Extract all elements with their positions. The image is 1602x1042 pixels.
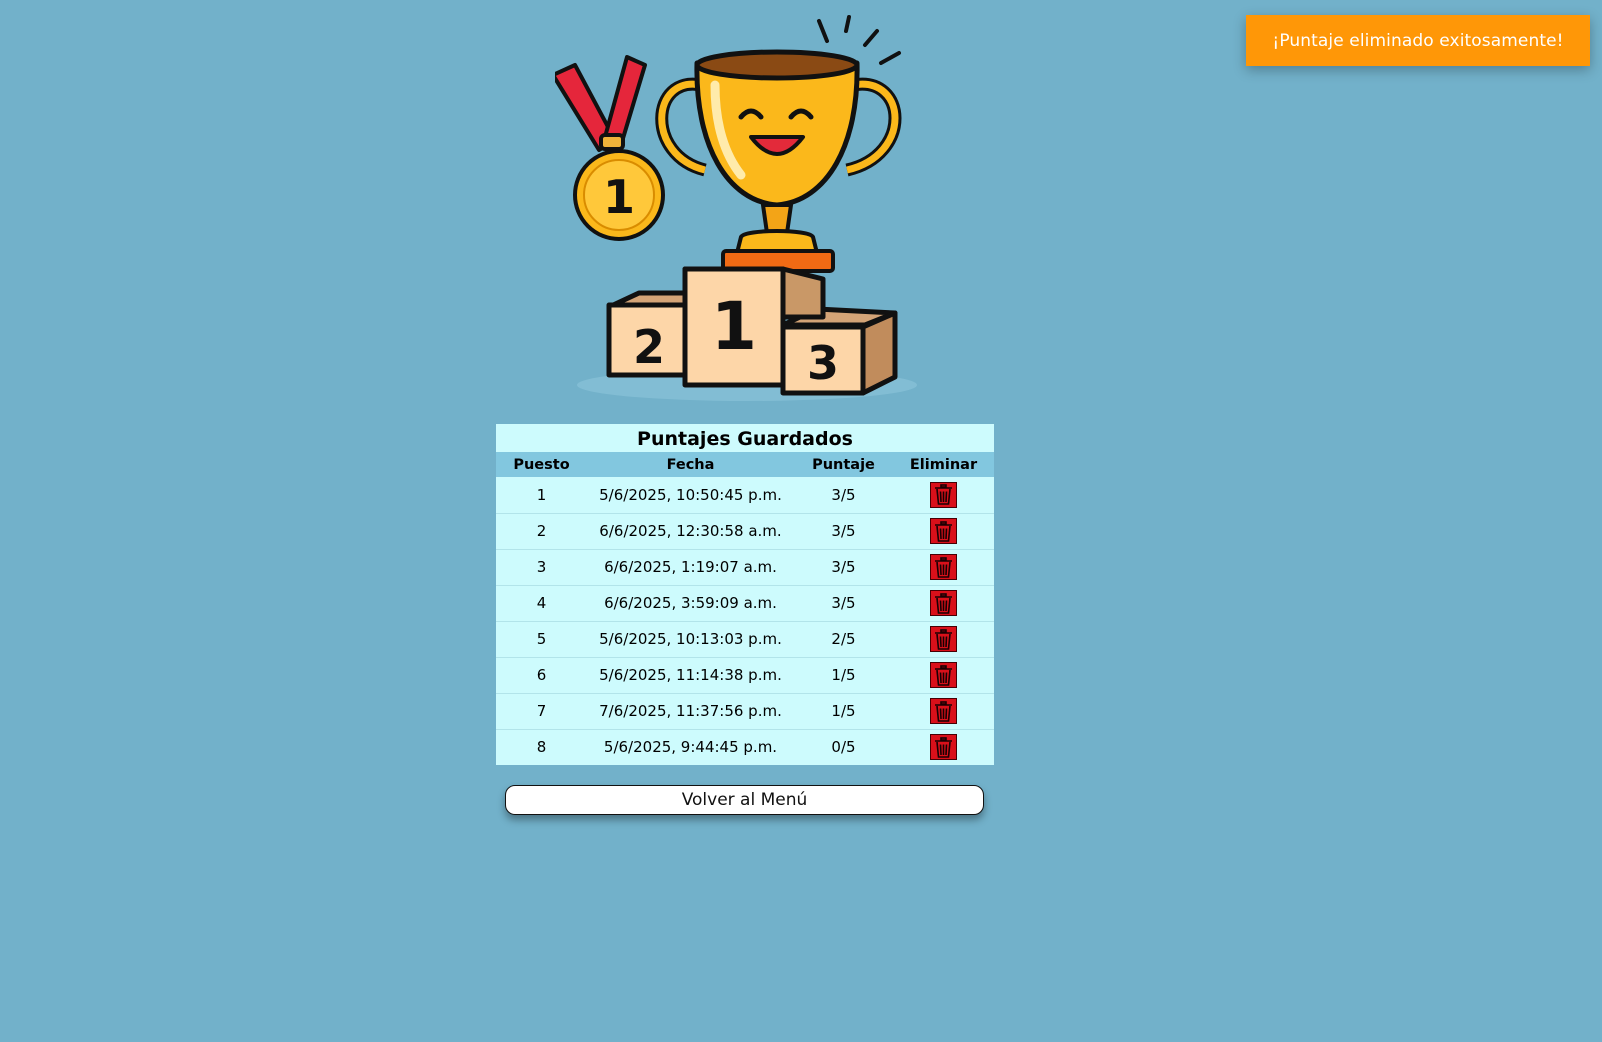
podium-label-2: 2 bbox=[633, 320, 665, 374]
trash-icon bbox=[935, 628, 952, 650]
row-date: 6/6/2025, 12:30:58 a.m. bbox=[599, 522, 782, 540]
row-score: 3/5 bbox=[831, 558, 856, 576]
delete-score-button[interactable] bbox=[930, 590, 957, 616]
trash-icon bbox=[935, 664, 952, 686]
delete-score-button[interactable] bbox=[930, 698, 957, 724]
trophy-podium-illustration: 1 2 1 3 bbox=[555, 15, 917, 401]
row-rank: 5 bbox=[536, 630, 547, 648]
medal-icon: 1 bbox=[555, 55, 665, 241]
row-rank: 1 bbox=[536, 485, 547, 504]
podium-label-3: 3 bbox=[807, 336, 839, 390]
row-delete-cell bbox=[893, 549, 994, 585]
table-row: 2 6/6/2025, 12:30:58 a.m. 3/5 bbox=[496, 513, 994, 549]
back-to-menu-button[interactable]: Volver al Menú bbox=[505, 785, 984, 815]
row-score: 3/5 bbox=[831, 485, 856, 504]
scores-table-body: 1 5/6/2025, 10:50:45 p.m. 3/5 2 6/6/2025… bbox=[496, 477, 994, 765]
scores-table-header: Puesto Fecha Puntaje Eliminar bbox=[496, 452, 994, 477]
row-score: 2/5 bbox=[831, 630, 856, 648]
delete-score-button[interactable] bbox=[930, 734, 957, 761]
podium-label-1: 1 bbox=[711, 288, 757, 365]
trash-icon bbox=[935, 700, 952, 722]
row-date: 5/6/2025, 10:13:03 p.m. bbox=[599, 630, 782, 648]
row-score: 3/5 bbox=[831, 522, 856, 540]
row-delete-cell bbox=[893, 693, 994, 729]
row-date: 7/6/2025, 11:37:56 p.m. bbox=[599, 702, 782, 720]
row-delete-cell bbox=[893, 729, 994, 765]
trophy-icon bbox=[655, 49, 902, 273]
row-score: 0/5 bbox=[831, 738, 856, 757]
row-date: 6/6/2025, 1:19:07 a.m. bbox=[604, 558, 777, 576]
row-rank: 2 bbox=[536, 522, 547, 540]
table-row: 3 6/6/2025, 1:19:07 a.m. 3/5 bbox=[496, 549, 994, 585]
row-delete-cell bbox=[893, 657, 994, 693]
table-row: 1 5/6/2025, 10:50:45 p.m. 3/5 bbox=[496, 477, 994, 513]
header-date: Fecha bbox=[666, 456, 715, 473]
delete-score-button[interactable] bbox=[930, 481, 957, 508]
trash-icon bbox=[935, 736, 952, 758]
trash-icon bbox=[935, 520, 952, 542]
scores-title: Puntajes Guardados bbox=[637, 428, 853, 450]
row-delete-cell bbox=[893, 477, 994, 513]
trash-icon bbox=[935, 556, 952, 578]
header-row: Puesto Fecha Puntaje Eliminar bbox=[496, 452, 994, 477]
delete-score-button[interactable] bbox=[930, 554, 957, 580]
toast-message: ¡Puntaje eliminado exitosamente! bbox=[1272, 30, 1564, 51]
row-date: 5/6/2025, 10:50:45 p.m. bbox=[599, 485, 782, 504]
row-rank: 8 bbox=[536, 738, 547, 757]
delete-score-button[interactable] bbox=[930, 626, 957, 652]
row-date: 5/6/2025, 9:44:45 p.m. bbox=[603, 738, 778, 757]
delete-score-button[interactable] bbox=[930, 662, 957, 688]
table-row: 5 5/6/2025, 10:13:03 p.m. 2/5 bbox=[496, 621, 994, 657]
row-date: 5/6/2025, 11:14:38 p.m. bbox=[599, 666, 782, 684]
table-row: 8 5/6/2025, 9:44:45 p.m. 0/5 bbox=[496, 729, 994, 765]
trash-icon bbox=[935, 592, 952, 614]
row-rank: 7 bbox=[536, 702, 547, 720]
row-delete-cell bbox=[893, 585, 994, 621]
row-score: 3/5 bbox=[831, 594, 856, 612]
scores-page: ¡Puntaje eliminado exitosamente! 1 2 1 3… bbox=[0, 0, 1602, 1042]
header-delete: Eliminar bbox=[909, 456, 978, 473]
delete-score-button[interactable] bbox=[930, 518, 957, 544]
table-row: 7 7/6/2025, 11:37:56 p.m. 1/5 bbox=[496, 693, 994, 729]
scores-table: Puesto Fecha Puntaje Eliminar 1 5/6/2025… bbox=[496, 452, 994, 765]
trash-icon bbox=[935, 484, 952, 506]
row-rank: 4 bbox=[536, 594, 547, 612]
header-rank: Puesto bbox=[513, 456, 570, 473]
success-toast: ¡Puntaje eliminado exitosamente! bbox=[1246, 15, 1590, 66]
row-rank: 3 bbox=[536, 558, 547, 576]
table-row: 6 5/6/2025, 11:14:38 p.m. 1/5 bbox=[496, 657, 994, 693]
row-delete-cell bbox=[893, 513, 994, 549]
header-score: Puntaje bbox=[812, 456, 875, 473]
scores-table-card: Puntajes Guardados Puesto Fecha Puntaje … bbox=[496, 424, 994, 765]
medal-number: 1 bbox=[603, 170, 635, 224]
row-delete-cell bbox=[893, 621, 994, 657]
row-score: 1/5 bbox=[831, 666, 856, 684]
table-row: 4 6/6/2025, 3:59:09 a.m. 3/5 bbox=[496, 585, 994, 621]
row-score: 1/5 bbox=[831, 702, 856, 720]
row-date: 6/6/2025, 3:59:09 a.m. bbox=[604, 594, 777, 612]
row-rank: 6 bbox=[536, 666, 547, 684]
